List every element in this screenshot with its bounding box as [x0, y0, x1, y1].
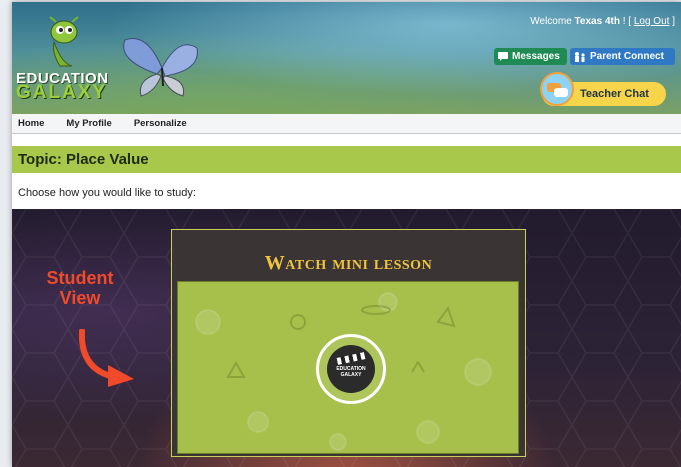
education-galaxy-logo[interactable]: EDUCATION GALAXY	[16, 71, 109, 103]
user-name: Texas 4th	[574, 16, 620, 27]
nav-item-my-profile[interactable]: My Profile	[66, 118, 111, 129]
welcome-prefix: Welcome	[530, 16, 575, 27]
chat-bubble-icon	[540, 72, 574, 106]
annotation-line-1: Student	[46, 268, 114, 288]
parent-connect-button[interactable]: Parent Connect	[570, 48, 675, 65]
teacher-chat-label: Teacher Chat	[580, 88, 649, 100]
study-options-area: Student View Watch mini lesson EDUCATION…	[12, 209, 681, 467]
play-lesson-button[interactable]: EDUCATION GALAXY	[316, 334, 386, 404]
welcome-end: ]	[669, 16, 675, 27]
study-prompt: Choose how you would like to study:	[18, 187, 196, 199]
welcome-text: Welcome Texas 4th ! [ Log Out ]	[530, 16, 675, 27]
nav-item-personalize[interactable]: Personalize	[134, 118, 187, 129]
parent-connect-label: Parent Connect	[590, 51, 664, 62]
messages-button[interactable]: Messages	[494, 48, 567, 65]
site-header: EDUCATION GALAXY Welcome Texas 4th ! [ L…	[12, 2, 681, 114]
lesson-card-title: Watch mini lesson	[264, 252, 433, 274]
message-icon	[498, 52, 508, 61]
logo-line-2: GALAXY	[16, 82, 108, 103]
main-nav: Home My Profile Personalize	[12, 114, 681, 134]
topic-title: Topic: Place Value	[12, 146, 681, 173]
butterfly-icon	[123, 38, 198, 97]
alien-mascot-icon	[49, 16, 79, 67]
clapperboard-icon: EDUCATION GALAXY	[327, 345, 375, 393]
logout-link[interactable]: Log Out	[634, 16, 670, 27]
icon-text-line-2: GALAXY	[340, 372, 362, 378]
family-icon	[575, 51, 585, 62]
app-frame: EDUCATION GALAXY Welcome Texas 4th ! [ L…	[12, 2, 681, 467]
nav-item-home[interactable]: Home	[18, 118, 44, 129]
annotation-line-2: View	[59, 288, 101, 308]
messages-label: Messages	[512, 51, 560, 62]
lesson-card-panel[interactable]: EDUCATION GALAXY	[177, 281, 519, 454]
student-view-annotation: Student View	[40, 268, 120, 308]
curved-arrow-icon	[78, 329, 134, 387]
watch-mini-lesson-card[interactable]: Watch mini lesson EDUCATION GALAXY	[171, 229, 526, 457]
welcome-separator: ! [	[619, 16, 634, 27]
